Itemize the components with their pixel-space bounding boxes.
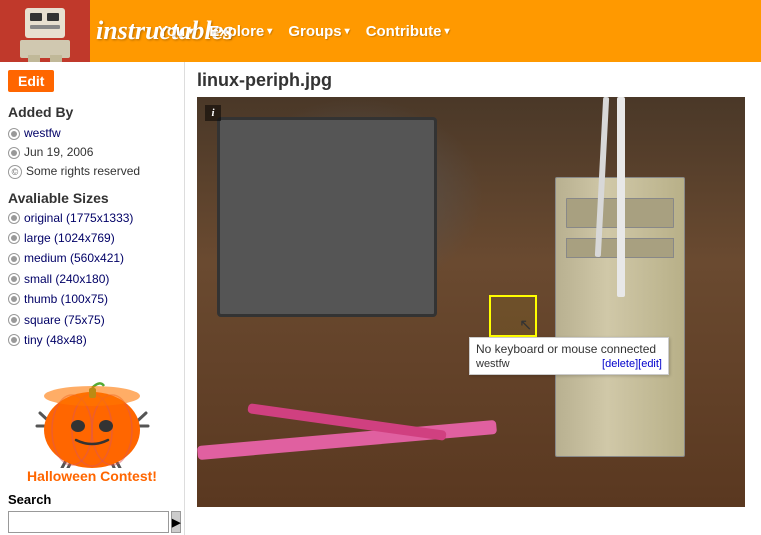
size-icon-large xyxy=(8,232,20,244)
sidebar: Edit Added By westfw Jun 19, 2006 © Some… xyxy=(0,62,185,535)
size-icon-small xyxy=(8,273,20,285)
sizes-heading: Avaliable Sizes xyxy=(8,190,176,206)
size-small[interactable]: small (240x180) xyxy=(8,269,176,289)
sizes-section: Avaliable Sizes original (1775x1333) lar… xyxy=(0,186,184,355)
size-square[interactable]: square (75x75) xyxy=(8,310,176,330)
upload-date: Jun 19, 2006 xyxy=(24,143,93,162)
rights-text: Some rights reserved xyxy=(26,162,140,181)
rights-row: © Some rights reserved xyxy=(8,162,176,181)
main-nav: You ▾ Explore ▾ Groups ▾ Contribute ▾ xyxy=(140,0,458,62)
added-by-heading: Added By xyxy=(8,104,176,120)
author-row: westfw xyxy=(8,124,176,143)
sidebar-meta: westfw Jun 19, 2006 © Some rights reserv… xyxy=(8,124,176,182)
user-icon xyxy=(8,128,20,140)
tooltip-actions: [delete][edit] xyxy=(602,358,662,370)
search-input[interactable] xyxy=(8,511,169,533)
tooltip-meta: westfw [delete][edit] xyxy=(476,358,662,370)
white-cable-1 xyxy=(617,97,625,297)
image-wrapper: i ↖ No keyboard or mouse connected westf… xyxy=(197,97,745,507)
size-large[interactable]: large (1024x769) xyxy=(8,228,176,248)
size-medium[interactable]: medium (560x421) xyxy=(8,248,176,268)
logo-area: instructables xyxy=(0,0,140,62)
date-icon xyxy=(8,147,20,159)
tooltip-title: No keyboard or mouse connected xyxy=(476,342,662,356)
edit-button[interactable]: Edit xyxy=(8,70,54,92)
groups-arrow: ▾ xyxy=(345,26,350,37)
date-row: Jun 19, 2006 xyxy=(8,143,176,162)
pumpkin-image xyxy=(32,358,152,468)
you-arrow: ▾ xyxy=(188,26,193,37)
tooltip-edit[interactable]: [edit] xyxy=(638,358,662,370)
halloween-section: Halloween Contest! xyxy=(0,354,184,488)
monitor xyxy=(217,117,437,317)
content-area: linux-periph.jpg i xyxy=(185,62,761,535)
contribute-arrow: ▾ xyxy=(445,26,450,37)
tooltip-author[interactable]: westfw xyxy=(476,358,510,370)
size-icon-original xyxy=(8,212,20,224)
header: instructables You ▾ Explore ▾ Groups ▾ C… xyxy=(0,0,761,62)
size-thumb[interactable]: thumb (100x75) xyxy=(8,289,176,309)
annotation-tooltip: No keyboard or mouse connected westfw [d… xyxy=(469,337,669,375)
size-original[interactable]: original (1775x1333) xyxy=(8,208,176,228)
main-image: i ↖ No keyboard or mouse connected westf… xyxy=(197,97,745,507)
search-row: ▶ xyxy=(8,511,176,533)
search-heading: Search xyxy=(8,492,176,507)
robot-icon xyxy=(0,0,90,62)
info-icon[interactable]: i xyxy=(205,105,221,121)
nav-contribute[interactable]: Contribute ▾ xyxy=(358,0,458,62)
highlight-box xyxy=(489,295,537,337)
nav-explore[interactable]: Explore ▾ xyxy=(201,0,280,62)
halloween-contest-link[interactable]: Halloween Contest! xyxy=(27,468,157,484)
logo-image xyxy=(0,0,90,62)
size-icon-thumb xyxy=(8,293,20,305)
tooltip-delete[interactable]: [delete] xyxy=(602,358,638,370)
size-icon-medium xyxy=(8,253,20,265)
main-layout: Edit Added By westfw Jun 19, 2006 © Some… xyxy=(0,62,761,535)
image-title: linux-periph.jpg xyxy=(197,70,749,91)
author-name[interactable]: westfw xyxy=(24,124,61,143)
nav-you[interactable]: You ▾ xyxy=(150,0,201,62)
size-tiny[interactable]: tiny (48x48) xyxy=(8,330,176,350)
added-by-section: Added By westfw Jun 19, 2006 © Some righ… xyxy=(0,100,184,186)
copyright-icon: © xyxy=(8,165,22,179)
explore-arrow: ▾ xyxy=(267,26,272,37)
search-section: Search ▶ Instructables Comments xyxy=(0,488,184,535)
size-icon-square xyxy=(8,314,20,326)
nav-groups[interactable]: Groups ▾ xyxy=(280,0,357,62)
search-button[interactable]: ▶ xyxy=(171,511,181,533)
size-icon-tiny xyxy=(8,334,20,346)
